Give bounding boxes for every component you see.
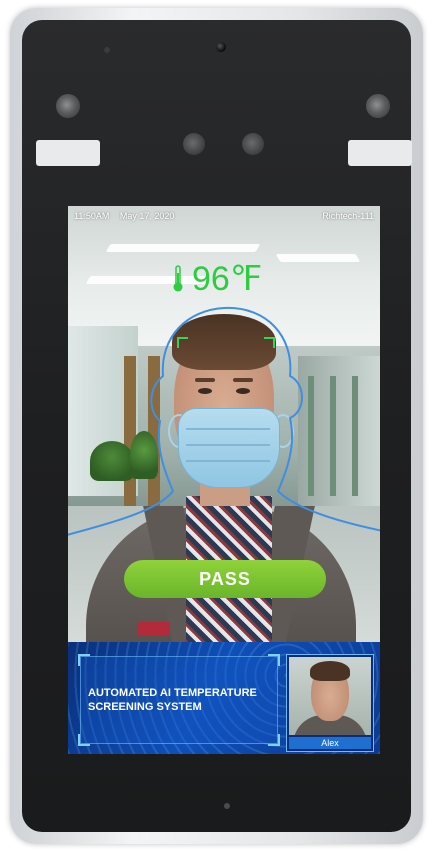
face-bracket-top-right xyxy=(264,337,275,348)
indicator-light-left xyxy=(56,94,80,118)
banner-title: AUTOMATED AI TEMPERATURE SCREENING SYSTE… xyxy=(88,687,257,713)
temperature-reading: 96 ℉ xyxy=(172,258,262,300)
infrared-sensor-right xyxy=(242,133,264,155)
frame-corner xyxy=(268,734,280,746)
device-screen: 11:50AM May 17, 2020 Richtech-111 96 ℉ P… xyxy=(68,206,380,754)
status-left: 11:50AM May 17, 2020 xyxy=(74,211,182,221)
frame-corner xyxy=(78,734,90,746)
infrared-sensor-left xyxy=(183,133,205,155)
head-outline-guide xyxy=(68,306,380,536)
status-time: 11:50AM xyxy=(74,211,110,221)
photo-hair xyxy=(310,661,350,681)
camera-lens xyxy=(216,42,226,52)
status-date: May 17, 2020 xyxy=(119,211,175,221)
identified-person-name: Alex xyxy=(289,737,371,749)
temperature-unit: ℉ xyxy=(229,261,263,298)
temperature-value: 96 xyxy=(192,259,230,298)
face-bracket-top-left xyxy=(177,337,188,348)
status-bar: 11:50AM May 17, 2020 Richtech-111 xyxy=(68,206,380,226)
frame-corner xyxy=(268,654,280,666)
thermometer-icon xyxy=(173,265,183,292)
fill-light-left xyxy=(36,140,100,166)
pass-status-badge: PASS xyxy=(124,560,326,598)
identified-person-photo xyxy=(289,657,371,735)
status-device-id: Richtech-111 xyxy=(322,211,374,221)
frame-corner xyxy=(78,654,90,666)
indicator-light-right xyxy=(366,94,390,118)
bottom-banner: AUTOMATED AI TEMPERATURE SCREENING SYSTE… xyxy=(68,642,380,754)
identified-person-card: Alex xyxy=(286,654,374,752)
bottom-sensor-dot xyxy=(224,803,230,809)
microphone-dot xyxy=(104,47,110,53)
fill-light-right xyxy=(348,140,412,166)
